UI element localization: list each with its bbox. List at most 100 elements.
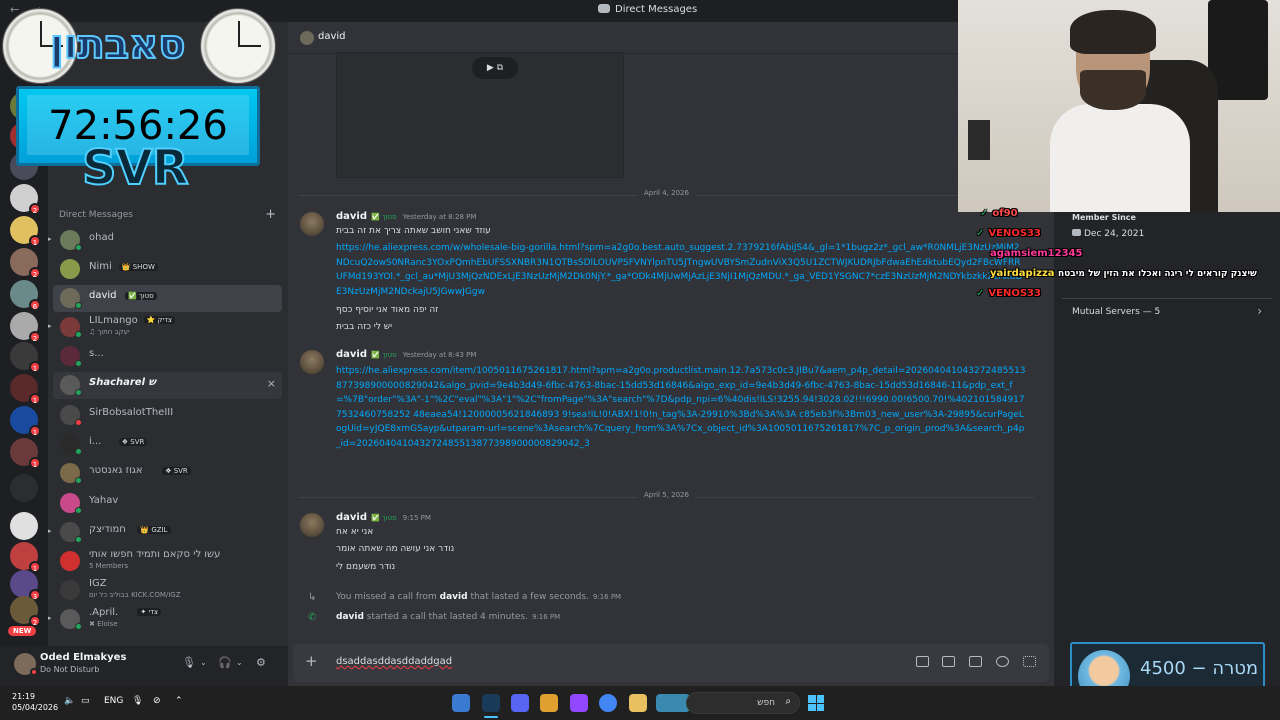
author-name[interactable]: david (336, 612, 364, 622)
add-dm-button[interactable]: + (265, 207, 276, 222)
app-icon[interactable] (656, 694, 690, 712)
member-since-value: Dec 24, 2021 (1084, 229, 1145, 239)
dm-item[interactable]: ohad ▸ (48, 227, 282, 254)
dm-item[interactable]: IGZ בבוליב כל יום KICK.COM/IGZ (53, 577, 282, 604)
dm-item-name: Yahav (89, 495, 119, 506)
server-icon[interactable]: 6 (10, 280, 41, 311)
author-name[interactable]: david (336, 211, 367, 222)
avatar[interactable] (300, 212, 324, 236)
dm-item-name: Nimi (89, 261, 112, 272)
unread-indicator-icon: ▸ (48, 322, 52, 330)
chevron-right-icon: › (1257, 304, 1262, 318)
microphone-icon[interactable]: 🎙 (132, 696, 143, 706)
chrome-icon[interactable] (599, 694, 617, 712)
avatar[interactable] (300, 513, 324, 537)
server-icon[interactable] (10, 512, 38, 540)
sticker-icon[interactable] (969, 656, 982, 667)
author-name[interactable]: david (336, 512, 367, 523)
dm-item[interactable]: Nimi 👑 SHOW (53, 256, 282, 283)
dm-item[interactable]: s... (53, 343, 282, 370)
dm-item[interactable]: עשו לי סקאם ותמיד חפשו אותי 5 Members (53, 548, 282, 575)
dm-item-subtext: ✖ Eloise (89, 620, 118, 628)
server-icon[interactable]: 2 (10, 312, 41, 343)
dm-item[interactable]: LILmango ⭐ צדיק ♫ יעקב חתוך ▸ (48, 314, 282, 341)
language-indicator[interactable]: ENG (104, 696, 123, 706)
author-name[interactable]: david (336, 349, 367, 360)
streamer-body (1050, 104, 1190, 212)
timestamp: 9:15 PM (402, 514, 431, 522)
message-link[interactable]: https://he.aliexpress.com/item/100501167… (336, 364, 1026, 480)
dm-item-name: s... (89, 348, 104, 359)
unread-badge: 1 (29, 457, 41, 469)
server-icon[interactable]: 2 (10, 184, 41, 215)
discord-app-icon[interactable] (511, 694, 529, 712)
dm-item-name: .April. (89, 607, 119, 618)
dm-item-name: david (89, 290, 117, 301)
system-clock[interactable]: 21:19 05/04/2026 (12, 691, 58, 713)
dm-item[interactable]: .April. ✦ צדי ✖ Eloise ▸ (48, 606, 282, 633)
dm-item-subtext: בבוליב כל יום KICK.COM/IGZ (89, 591, 181, 599)
message-composer[interactable]: + dsaddasddasddaddgad (293, 644, 1049, 682)
dm-item-name: LILmango (89, 315, 138, 326)
server-icon[interactable]: 1 (10, 342, 41, 373)
screen: ← → Direct Messages 2 1 2 6 2 1 1 1 1 1 … (0, 0, 1280, 720)
gift-icon[interactable] (916, 656, 929, 667)
server-icon[interactable]: 1 (10, 438, 41, 469)
server-icon[interactable]: 1 (10, 542, 41, 573)
folder-icon[interactable] (629, 694, 647, 712)
dm-item-name: חמודיצק (89, 524, 126, 535)
system-message: You missed a call from david that lasted… (336, 592, 621, 602)
mutual-servers[interactable]: Mutual Servers — 5 › (1062, 298, 1272, 325)
server-icon[interactable]: 2 (10, 248, 41, 279)
play-icon[interactable]: ▶ ⧉ (472, 57, 518, 79)
server-icon[interactable]: 1 (10, 406, 41, 437)
emoji-icon[interactable] (996, 656, 1009, 667)
server-icon[interactable]: 1 (10, 216, 41, 247)
hourglass-icon[interactable] (10, 474, 38, 502)
dm-item[interactable]: Yahav (53, 490, 282, 517)
attach-plus-icon[interactable]: + (305, 652, 318, 670)
dm-item[interactable]: Shacharel ש × (53, 372, 282, 399)
twitch-icon[interactable] (570, 694, 588, 712)
server-icon[interactable]: 3 (10, 570, 41, 601)
dm-item[interactable]: חמודיצק 👑 GZIL ▸ (48, 519, 282, 546)
chevron-up-icon[interactable]: ⌃ (175, 696, 183, 706)
chevron-down-icon[interactable]: ⌄ (200, 658, 207, 667)
dm-item[interactable]: i... ❖ SVR (53, 431, 282, 458)
steam-icon[interactable] (482, 694, 500, 712)
app-icon[interactable] (452, 694, 470, 712)
microphone-icon[interactable]: 🎙 (182, 656, 196, 669)
app-icon[interactable] (540, 694, 558, 712)
gif-icon[interactable] (942, 656, 955, 667)
gear-icon[interactable]: ⚙ (256, 656, 266, 669)
user-panel: Oded Elmakyes Do Not Disturb 🎙 ⌄ 🎧 ⌄ ⚙ (0, 646, 288, 686)
taskbar: 21:19 05/04/2026 🔈 ▭ ENG 🎙 ⊘ ⌃ חפש ⌕ (0, 686, 1280, 720)
role-tag: ✅ סטוך (371, 213, 397, 221)
message-input[interactable]: dsaddasddasddaddgad (336, 656, 452, 667)
dm-item[interactable]: david ✅ סטוך (53, 285, 282, 312)
status-dot (75, 419, 82, 426)
server-icon[interactable]: 2 (10, 596, 41, 627)
windows-start-icon[interactable] (808, 695, 824, 711)
avatar[interactable] (300, 350, 324, 374)
chevron-down-icon[interactable]: ⌄ (236, 658, 243, 667)
dm-item-name: אגוז גאנסטר (89, 465, 143, 476)
close-icon[interactable]: × (267, 377, 276, 390)
member-since-date: Dec 24, 2021 (1072, 229, 1144, 239)
mute-icon[interactable]: ⊘ (153, 696, 161, 706)
search-icon: ⌕ (785, 696, 791, 707)
taskbar-search[interactable]: חפש ⌕ (686, 692, 800, 714)
headphones-icon[interactable]: 🎧 (218, 656, 232, 669)
video-embed[interactable]: ▶ ⧉ (336, 52, 624, 178)
message-header: david ✅ סטוך Yesterday at 8:28 PM (336, 211, 476, 222)
volume-icon[interactable]: 🔈 (64, 696, 75, 706)
dm-item[interactable]: SirBobsalotTheIII (53, 402, 282, 429)
status-dot (75, 331, 82, 338)
network-icon[interactable]: ▭ (81, 696, 90, 706)
server-icon[interactable]: 1 (10, 374, 41, 405)
message-link[interactable]: https://he.aliexpress.com/w/wholesale-bi… (336, 241, 1026, 299)
apps-icon[interactable] (1023, 656, 1036, 667)
avatar (60, 580, 80, 600)
dm-item[interactable]: אגוז גאנסטר ❖ SVR (53, 460, 282, 487)
author-name[interactable]: david (440, 592, 468, 602)
